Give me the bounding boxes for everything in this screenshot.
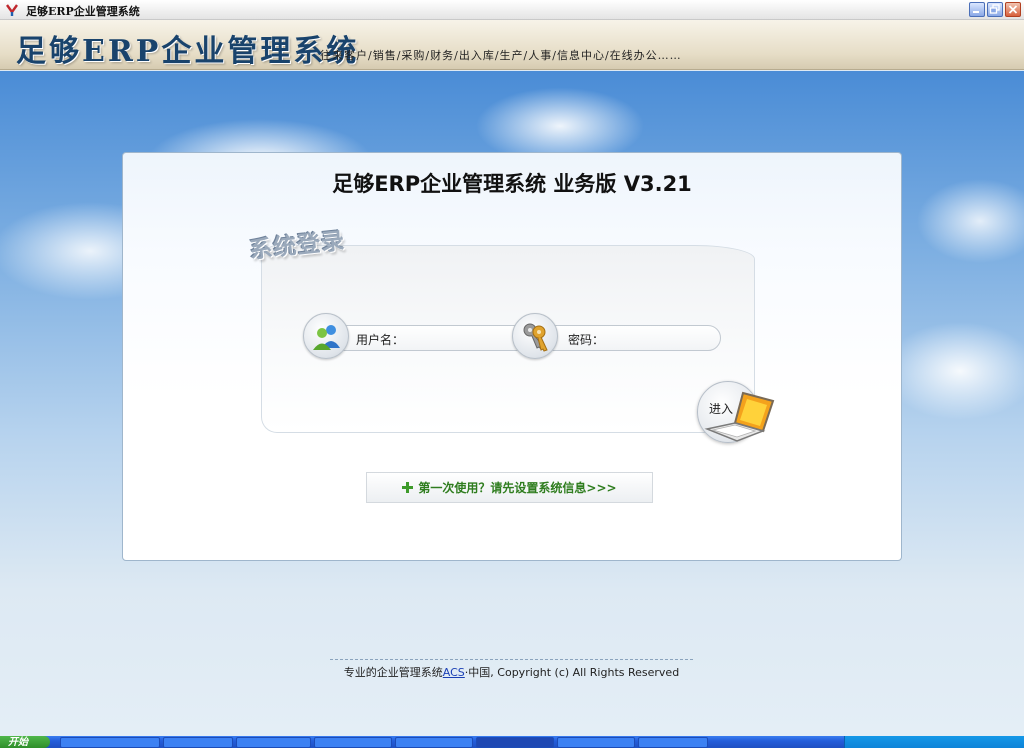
close-button[interactable]	[1005, 2, 1021, 17]
laptop-icon	[704, 391, 775, 442]
setup-link-text: 第一次使用？请先设置系统信息>>>	[418, 481, 617, 495]
minimize-icon	[973, 11, 979, 13]
taskbar-item[interactable]	[60, 737, 160, 748]
key-icon-badge	[512, 313, 558, 359]
user-icon-badge	[303, 313, 349, 359]
close-icon	[1008, 5, 1018, 14]
taskbar-items	[60, 737, 708, 748]
keys-icon	[523, 323, 548, 352]
password-input[interactable]	[605, 329, 705, 347]
taskbar-item[interactable]	[557, 737, 635, 748]
enter-button[interactable]: 进入	[697, 381, 775, 453]
minimize-button[interactable]	[969, 2, 985, 17]
taskbar-item[interactable]	[314, 737, 392, 748]
window-title: 足够ERP企业管理系统	[26, 5, 140, 18]
username-input[interactable]	[403, 329, 513, 347]
plus-icon	[402, 482, 414, 493]
app-banner: 足够ERP企业管理系统 往来客户/销售/采购/财务/出入库/生产/人事/信息中心…	[0, 20, 1024, 70]
taskbar-item[interactable]	[638, 737, 708, 748]
taskbar-item[interactable]	[236, 737, 311, 748]
window-controls	[969, 2, 1021, 17]
password-label: 密码：	[568, 333, 605, 347]
restore-button[interactable]	[987, 2, 1003, 17]
first-use-setup-link[interactable]: 第一次使用？请先设置系统信息>>>	[366, 472, 653, 503]
banner-title: 足够ERP企业管理系统	[16, 34, 360, 69]
windows-taskbar: 开始	[0, 736, 1024, 748]
footer-acs-link[interactable]: ACS	[443, 666, 465, 679]
footer-prefix: 专业的企业管理系统	[343, 666, 443, 679]
username-label: 用户名：	[356, 333, 405, 347]
taskbar-item[interactable]	[395, 737, 473, 748]
enter-label: 进入	[709, 402, 734, 416]
app-logo-icon	[6, 4, 18, 16]
window-title-bar[interactable]: 足够ERP企业管理系统	[0, 0, 1024, 20]
restore-icon	[989, 4, 1000, 14]
login-panel: 足够ERP企业管理系统 业务版 V3.21 系统登录 用户名： 密码： 进入 第…	[122, 152, 902, 561]
users-icon	[313, 325, 340, 350]
banner-tagline: 往来客户/销售/采购/财务/出入库/生产/人事/信息中心/在线办公……	[320, 49, 682, 62]
system-tray[interactable]	[844, 736, 1024, 748]
taskbar-item[interactable]	[476, 737, 554, 748]
taskbar-item[interactable]	[163, 737, 233, 748]
panel-title: 足够ERP企业管理系统 业务版 V3.21	[332, 172, 692, 196]
start-button[interactable]: 开始	[0, 736, 50, 748]
footer-copyright: 专业的企业管理系统ACS·中国, Copyright (c) All Right…	[330, 659, 693, 680]
footer-suffix: ·中国, Copyright (c) All Rights Reserved	[464, 666, 680, 679]
